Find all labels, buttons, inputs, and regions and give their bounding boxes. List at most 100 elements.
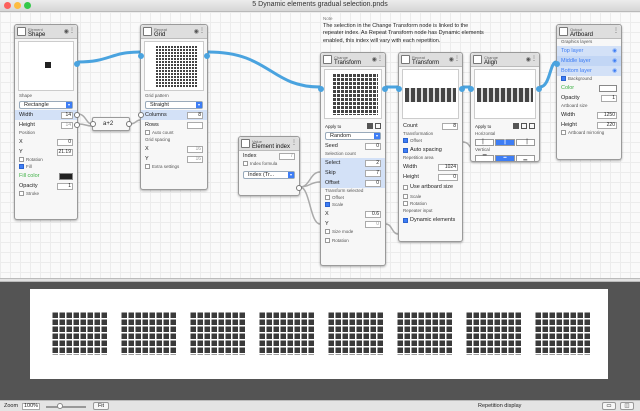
scale-y-field[interactable]: 0 xyxy=(365,220,381,228)
split-view-icon[interactable]: ◫ xyxy=(620,402,634,410)
element-index-node[interactable]: Value Element index ⋮ Index 7 Index formu… xyxy=(238,136,302,196)
ab-opacity-field[interactable]: 1 xyxy=(601,94,617,102)
grid-input-port[interactable] xyxy=(138,53,144,59)
seed-field[interactable]: 0 xyxy=(365,142,381,150)
height-field[interactable]: 14 xyxy=(61,121,73,129)
columns-port[interactable] xyxy=(138,112,144,118)
rep-width-field[interactable]: 1024 xyxy=(438,163,458,171)
t-offset-row[interactable]: Offset xyxy=(321,195,385,202)
mirroring-row[interactable]: Artboard mirroring xyxy=(557,130,621,137)
t-scale-row[interactable]: Scale xyxy=(321,202,385,209)
repeat-input-port[interactable] xyxy=(396,86,402,92)
opacity-field[interactable]: 1 xyxy=(57,182,73,190)
node-header[interactable]: Change Transform ◉ ⋮ xyxy=(321,53,385,67)
shape-select[interactable]: Rectangle ▾ xyxy=(19,101,73,109)
rotation-row[interactable]: Rotation xyxy=(321,238,385,245)
note[interactable]: Note The selection in the Change Transfo… xyxy=(323,15,488,45)
mode-select[interactable]: Random ▾ xyxy=(325,132,381,140)
apply-all-icon[interactable] xyxy=(367,123,373,129)
artboard-input-port[interactable] xyxy=(554,61,560,67)
apply-grid-icon[interactable] xyxy=(375,123,381,129)
autocount-row[interactable]: Auto count xyxy=(141,130,207,137)
width-field[interactable]: 14 xyxy=(61,111,73,119)
math-input-port[interactable] xyxy=(90,121,96,127)
scale-x-field[interactable]: 0.6 xyxy=(365,210,381,218)
auto-spacing-row[interactable]: Auto spacing xyxy=(399,145,462,155)
node-header[interactable]: Repeat Grid ◉ ⋮ xyxy=(141,25,207,39)
spacing-x-field[interactable]: 16 xyxy=(187,145,203,153)
shape-node[interactable]: Element Shape ◉ ⋮ Shape Rectangle ▾ Width… xyxy=(14,24,80,220)
repeat-transform-node[interactable]: Repeat Transform ◉ ⋮ Count 8 Transformati… xyxy=(396,52,465,242)
align-output-port[interactable] xyxy=(536,86,542,92)
apply-all-icon[interactable] xyxy=(513,123,519,129)
transform-output-port[interactable] xyxy=(382,86,388,92)
more-icon[interactable]: ⋮ xyxy=(69,27,75,34)
apply-grid-icon[interactable] xyxy=(521,123,527,129)
layer-middle[interactable]: Middle layer ◉ xyxy=(557,56,621,66)
align-right-icon[interactable]: ▕ xyxy=(515,139,535,146)
rep-rotation-row[interactable]: Rotation xyxy=(399,201,462,208)
zoom-slider-thumb[interactable] xyxy=(57,403,63,409)
more-icon[interactable]: ⋮ xyxy=(454,55,460,62)
apply-each-icon[interactable] xyxy=(529,123,535,129)
eye-icon[interactable]: ◉ xyxy=(612,58,617,64)
more-icon[interactable]: ⋮ xyxy=(531,55,537,62)
align-left-icon[interactable]: ▏ xyxy=(475,139,495,146)
ab-width-field[interactable]: 1250 xyxy=(597,111,617,119)
artboard-viewer[interactable] xyxy=(0,282,640,400)
node-header[interactable]: Change Align ◉ ⋮ xyxy=(471,53,539,67)
dynamic-elements-row[interactable]: Dynamic elements xyxy=(399,215,462,225)
node-header[interactable]: Repeat Transform ◉ ⋮ xyxy=(399,53,462,67)
eye-icon[interactable]: ◉ xyxy=(612,48,617,54)
width-port[interactable] xyxy=(74,112,80,118)
zoom-slider[interactable] xyxy=(46,406,86,408)
size-mode-row[interactable]: Size mode xyxy=(321,229,385,238)
align-bottom-icon[interactable]: ▁ xyxy=(515,155,535,162)
shape-output-port[interactable] xyxy=(74,61,80,67)
change-align-node[interactable]: Change Align ◉ ⋮ Apply to Horizontal ▏ ┃ ▕… xyxy=(468,52,542,162)
background-row[interactable]: Background xyxy=(557,76,621,83)
height-port[interactable] xyxy=(74,122,80,128)
rows-field[interactable] xyxy=(187,121,203,129)
node-canvas[interactable]: Element Shape ◉ ⋮ Shape Rectangle ▾ Width… xyxy=(0,12,640,278)
stroke-row[interactable]: Stroke xyxy=(15,191,77,198)
node-header[interactable]: Output Artboard ⋮ xyxy=(557,25,621,39)
more-icon[interactable]: ⋮ xyxy=(199,27,205,34)
skip-field[interactable]: 7 xyxy=(365,169,381,177)
artboard-node[interactable]: Output Artboard ⋮ Graphics layers Top la… xyxy=(554,24,622,160)
extra-settings-row[interactable]: Extra settings xyxy=(141,164,207,171)
columns-field[interactable]: 8 xyxy=(187,111,203,119)
y-field[interactable]: 21.19 xyxy=(57,148,73,156)
layout-toggle-icon[interactable]: ▭ xyxy=(602,402,616,410)
ab-height-field[interactable]: 220 xyxy=(597,121,617,129)
offset-check-row[interactable]: Offset xyxy=(399,138,462,145)
align-top-icon[interactable]: ▔ xyxy=(475,155,495,162)
index-formula-row[interactable]: Index formula xyxy=(239,161,299,168)
use-artboard-row[interactable]: Use artboard size xyxy=(399,182,462,192)
layer-bottom[interactable]: Bottom layer ◉ xyxy=(557,66,621,76)
fill-color-swatch[interactable] xyxy=(59,172,73,180)
offset-field[interactable]: 0 xyxy=(365,179,381,187)
fit-button[interactable]: Fit xyxy=(93,402,109,410)
index-output-port[interactable] xyxy=(296,185,302,191)
select-field[interactable]: 2 xyxy=(365,159,381,167)
node-header[interactable]: Value Element index ⋮ xyxy=(239,137,299,151)
more-icon[interactable]: ⋮ xyxy=(291,139,297,146)
align-center-h-icon[interactable]: ┃ xyxy=(495,139,515,146)
spacing-y-field[interactable]: 16 xyxy=(187,155,203,163)
background-color-swatch[interactable] xyxy=(599,84,617,92)
x-field[interactable]: 0 xyxy=(57,138,73,146)
math-node[interactable]: a+2 xyxy=(90,117,132,131)
pattern-select[interactable]: Straight ▾ xyxy=(145,101,203,109)
repeat-grid-node[interactable]: Repeat Grid ◉ ⋮ Grid pattern Straight ▾ C… xyxy=(138,24,210,190)
zoom-field[interactable]: 100% xyxy=(22,403,40,410)
transform-input-port[interactable] xyxy=(318,86,324,92)
layer-top[interactable]: Top layer ◉ xyxy=(557,46,621,56)
repeat-output-port[interactable] xyxy=(459,86,465,92)
fill-row[interactable]: Fill xyxy=(15,164,77,171)
rotation-row[interactable]: Rotation xyxy=(15,157,77,164)
scale-row[interactable]: Scale xyxy=(399,194,462,201)
change-transform-node[interactable]: Change Transform ◉ ⋮ Apply to Random ▾ Se… xyxy=(318,52,388,266)
align-input-port[interactable] xyxy=(468,86,474,92)
node-header[interactable]: Element Shape ◉ ⋮ xyxy=(15,25,77,39)
